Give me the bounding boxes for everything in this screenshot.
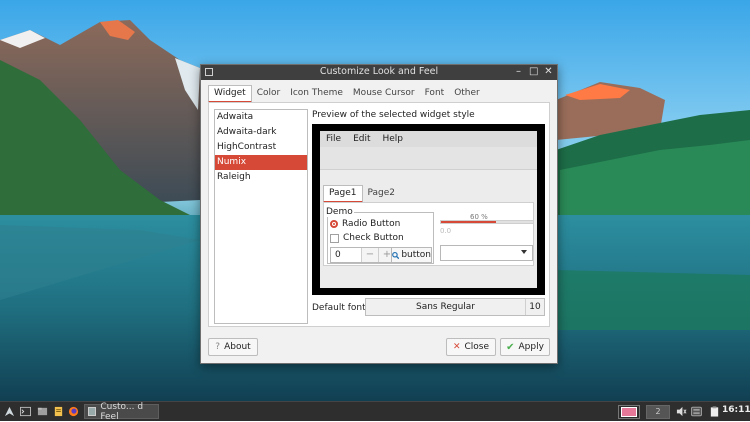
theme-item-raleigh[interactable]: Raleigh (215, 170, 307, 185)
clock[interactable]: 16:11 (722, 405, 750, 415)
taskbar: Custo... d Feel 2 16:11 (0, 401, 750, 422)
slider-value: 0.0 (440, 227, 452, 235)
preview-tab-page2[interactable]: Page2 (363, 185, 401, 203)
apply-button-label: Apply (518, 342, 544, 352)
about-button[interactable]: ? About (208, 338, 258, 356)
apply-button[interactable]: ✔ Apply (500, 338, 550, 356)
preview-spin-button[interactable]: 0 − + (330, 247, 396, 263)
task-label: Custo... d Feel (100, 401, 144, 422)
preview-menu-file[interactable]: File (320, 131, 347, 147)
tab-widget[interactable]: Widget (208, 85, 252, 103)
minimize-icon[interactable]: – (514, 66, 523, 78)
check-button-label: Check Button (343, 233, 404, 243)
default-font-label: Default font: (312, 303, 369, 313)
network-icon[interactable] (691, 406, 702, 417)
rocket-menu-icon[interactable] (4, 406, 15, 417)
theme-item-adwaita-dark[interactable]: Adwaita-dark (215, 125, 307, 140)
volume-icon[interactable] (676, 406, 687, 417)
spin-decrement-button[interactable]: − (361, 248, 378, 262)
tab-icon-theme[interactable]: Icon Theme (285, 85, 348, 103)
workspace-1-preview (621, 407, 637, 417)
window-title: Customize Look and Feel (319, 66, 439, 77)
progress-fill (441, 221, 497, 223)
tab-font[interactable]: Font (420, 85, 450, 103)
taskbar-task-customize-look-and-feel[interactable]: Custo... d Feel (84, 401, 159, 422)
font-size: 10 (525, 299, 544, 315)
maximize-icon[interactable]: □ (529, 66, 538, 78)
radio-checked-icon (330, 220, 338, 228)
preview-search-button[interactable]: button (391, 247, 432, 263)
preview-button-label: button (401, 250, 431, 260)
theme-item-highcontrast[interactable]: HighContrast (215, 140, 307, 155)
preview-window: File Edit Help Page1 Page2 Demo Radio Bu… (320, 131, 537, 288)
customize-look-and-feel-window: Customize Look and Feel – □ ✕ Widget Col… (200, 64, 558, 364)
close-window-icon[interactable]: ✕ (544, 66, 553, 78)
checkmark-icon: ✔ (506, 341, 515, 353)
about-button-label: About (224, 342, 251, 352)
preview-toolbar (320, 147, 537, 170)
text-editor-icon[interactable] (53, 406, 64, 417)
clipboard-icon[interactable] (709, 406, 720, 417)
file-manager-icon[interactable] (37, 406, 48, 417)
close-icon: ✕ (452, 342, 461, 352)
demo-frame-label: Demo (325, 207, 354, 217)
tab-mouse-cursor[interactable]: Mouse Cursor (348, 85, 420, 103)
firefox-icon[interactable] (68, 406, 79, 417)
preview-radio-button[interactable]: Radio Button (330, 219, 400, 229)
workspace-1[interactable] (618, 405, 640, 419)
widget-theme-list: Adwaita Adwaita-dark HighContrast Numix … (214, 109, 308, 324)
search-icon (392, 251, 400, 259)
close-button[interactable]: ✕ Close (446, 338, 496, 356)
theme-item-numix[interactable]: Numix (215, 155, 307, 170)
help-icon: ? (215, 342, 221, 352)
font-name: Sans Regular (415, 302, 475, 312)
terminal-icon[interactable] (20, 406, 31, 417)
preview-menubar: File Edit Help (320, 131, 537, 147)
tab-other[interactable]: Other (449, 85, 485, 103)
spin-value[interactable]: 0 (331, 248, 361, 262)
window-titlebar[interactable]: Customize Look and Feel – □ ✕ (201, 65, 557, 80)
preview-menu-help[interactable]: Help (377, 131, 410, 147)
default-font-button[interactable]: Sans Regular 10 (365, 298, 545, 316)
settings-tabs: Widget Color Icon Theme Mouse Cursor Fon… (208, 85, 485, 103)
workspace-2[interactable]: 2 (646, 405, 670, 419)
preview-tabs: Page1 Page2 (323, 185, 400, 203)
task-window-icon (88, 407, 97, 416)
preview-menu-edit[interactable]: Edit (347, 131, 376, 147)
preview-tab-page1[interactable]: Page1 (323, 185, 363, 203)
widget-preview: File Edit Help Page1 Page2 Demo Radio Bu… (312, 124, 545, 295)
tab-color[interactable]: Color (252, 85, 286, 103)
close-button-label: Close (464, 342, 490, 352)
chevron-down-icon (521, 250, 527, 254)
checkbox-unchecked-icon (330, 233, 339, 243)
preview-label: Preview of the selected widget style (312, 110, 475, 120)
preview-progress-bar (440, 220, 534, 224)
preview-check-button[interactable]: Check Button (330, 233, 404, 243)
radio-button-label: Radio Button (342, 219, 401, 229)
preview-combo-box[interactable] (440, 245, 533, 261)
theme-item-adwaita[interactable]: Adwaita (215, 110, 307, 125)
